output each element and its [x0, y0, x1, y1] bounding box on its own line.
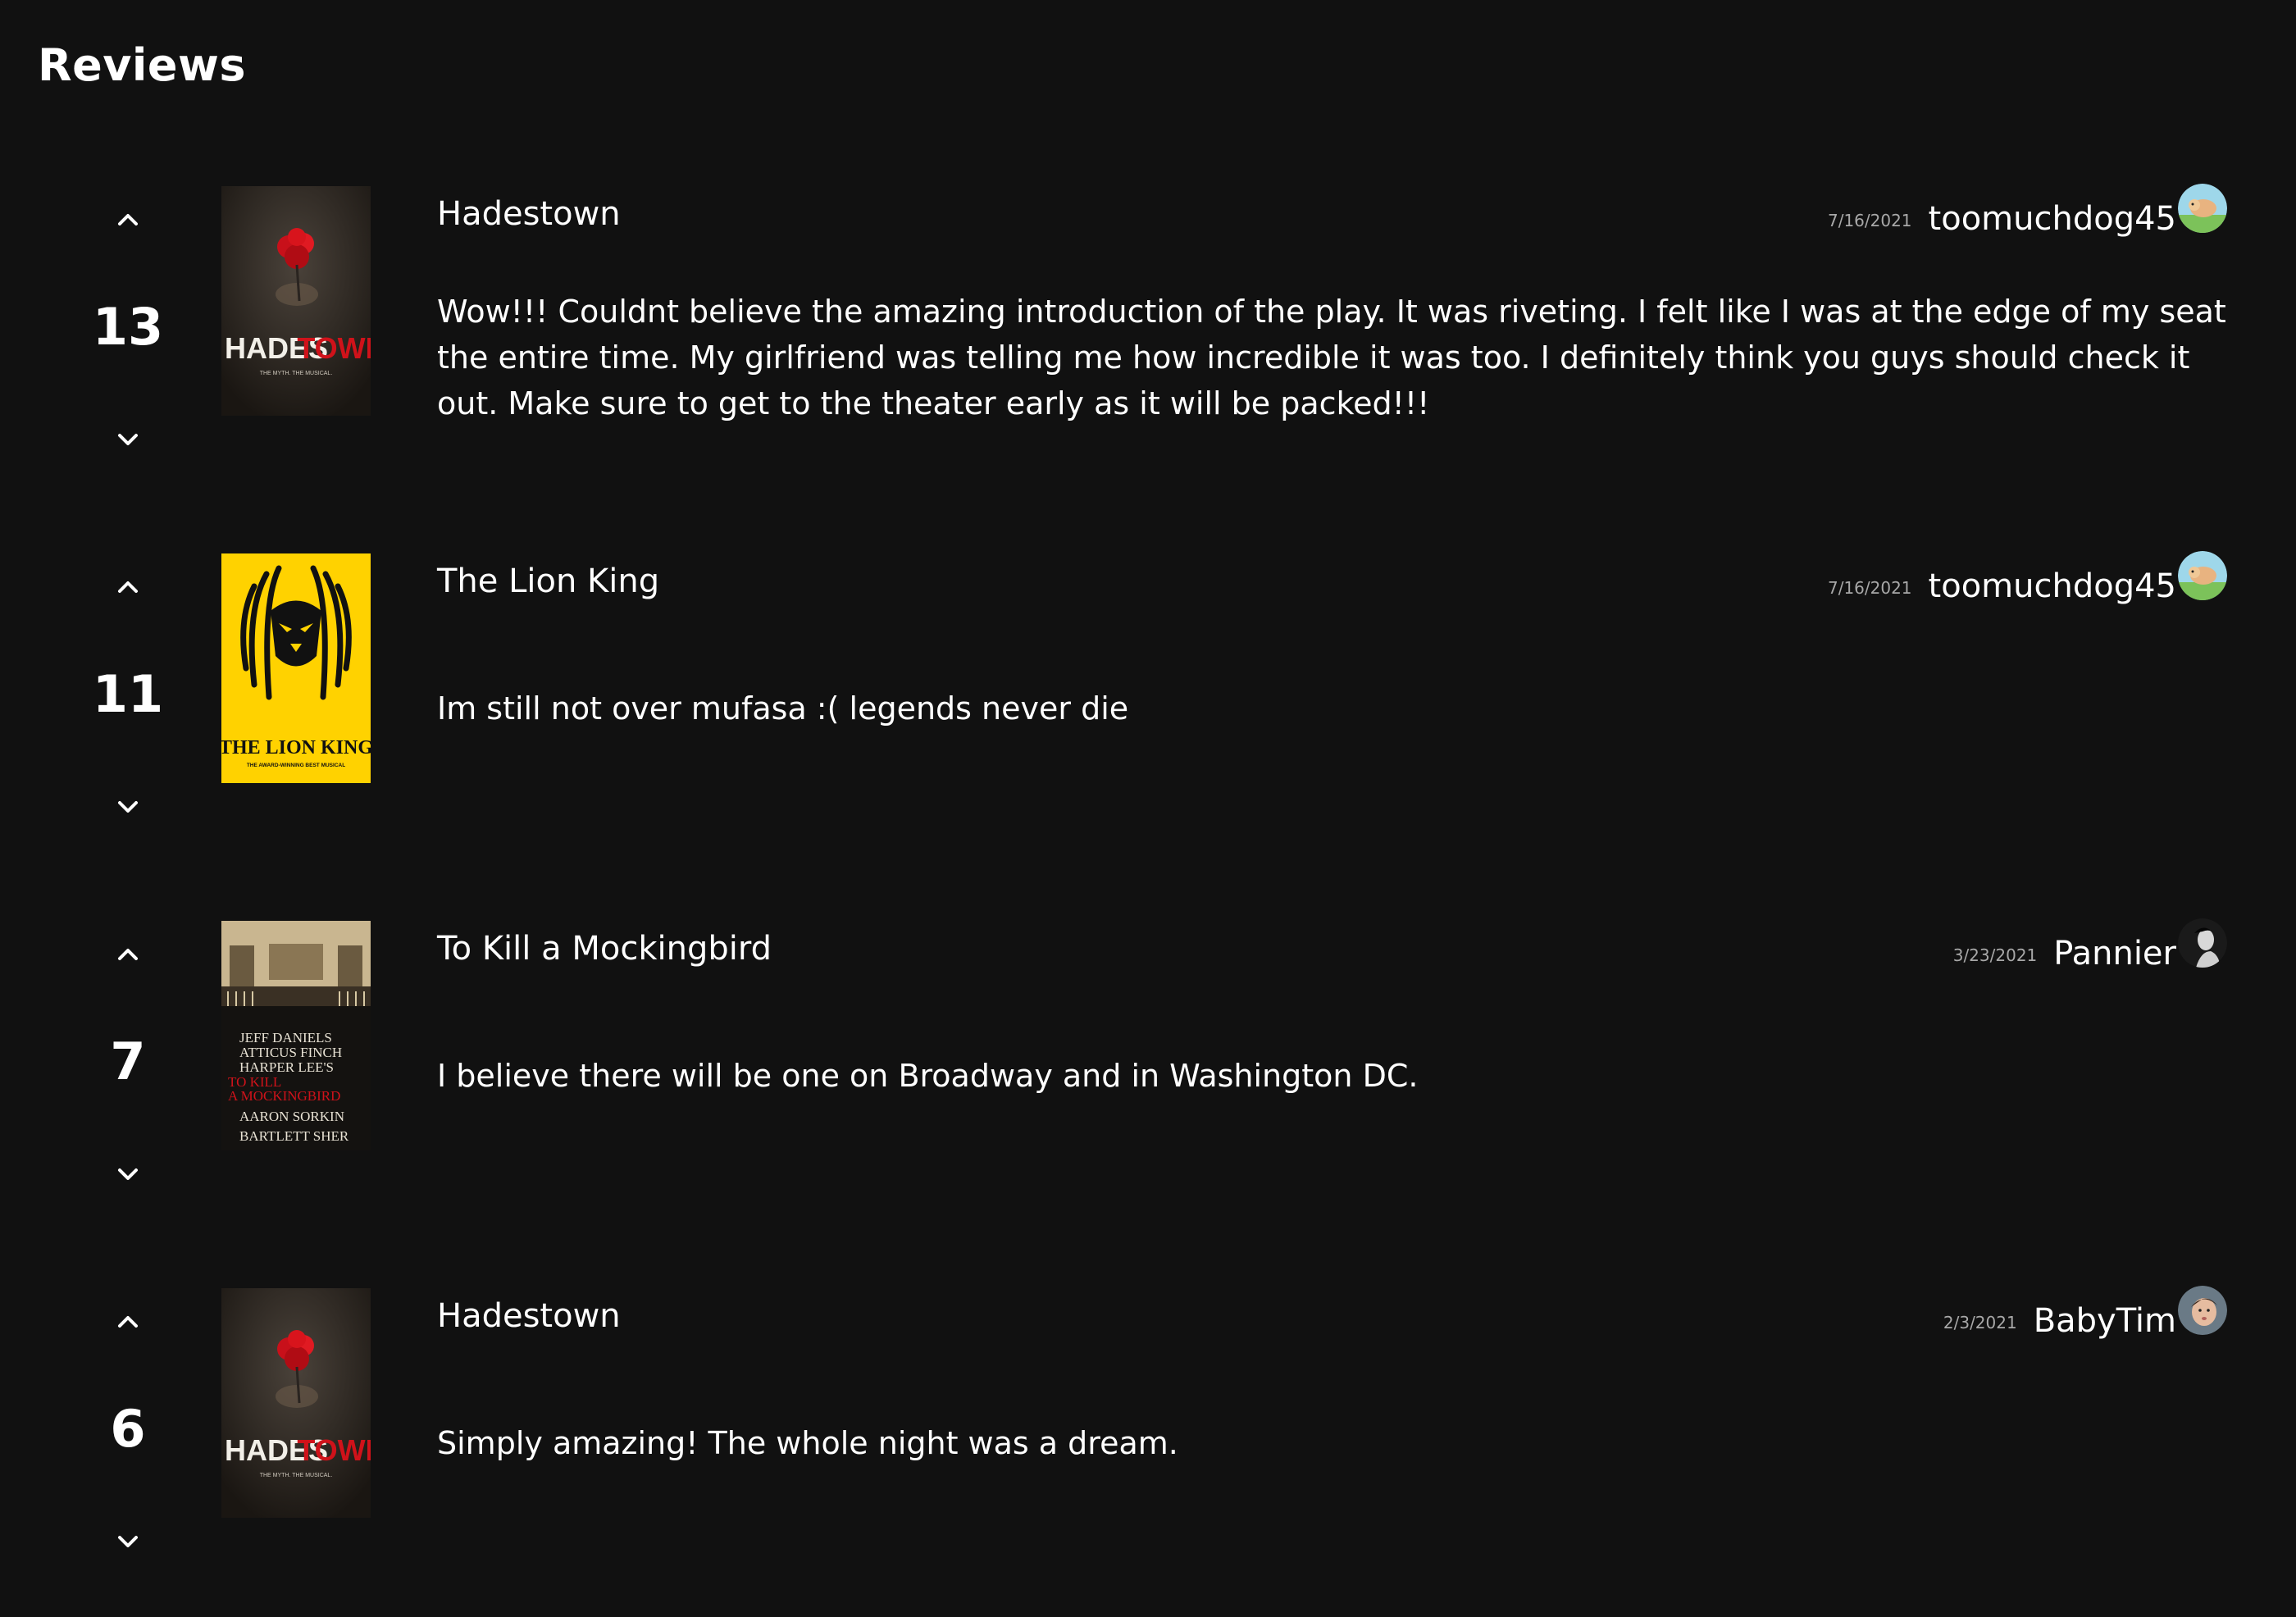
review-date: 7/16/2021	[1827, 578, 1912, 598]
show-title[interactable]: Hadestown	[437, 195, 621, 233]
poster-tagline: THE AWARD-WINNING BEST MUSICAL	[247, 763, 345, 768]
chevron-up-icon	[118, 949, 138, 960]
chevron-up-icon	[118, 581, 138, 593]
downvote-button[interactable]	[110, 421, 146, 458]
review-meta: 7/16/2021 toomuchdog45	[1827, 551, 2227, 607]
chevron-down-icon	[118, 1168, 138, 1180]
review-text: I believe there will be one on Broadway …	[437, 1058, 1419, 1094]
show-title[interactable]: The Lion King	[437, 563, 659, 600]
reviews-page: Reviews 13 HADES TOW THE MYTH. THE MUSIC…	[0, 0, 2296, 1617]
username-link[interactable]: BabyTim	[2034, 1302, 2176, 1340]
review-meta: 3/23/2021 Pannier	[1952, 918, 2227, 974]
review-meta: 2/3/2021 BabyTim	[1943, 1286, 2227, 1341]
dog-avatar[interactable]	[2178, 551, 2227, 600]
review-text: Wow!!! Couldnt believe the amazing intro…	[437, 294, 2226, 421]
review-date: 3/23/2021	[1952, 945, 2038, 965]
review-card: 11 THE LION KING THE AWARD-WINNING BEST …	[0, 549, 2296, 813]
downvote-button[interactable]	[110, 789, 146, 825]
poster-tagline: THE MYTH. THE MUSICAL.	[260, 371, 333, 376]
review-meta: 7/16/2021 toomuchdog45	[1827, 184, 2227, 239]
upvote-button[interactable]	[110, 569, 146, 605]
hadestown-poster[interactable]: HADES TOWN THE MYTH. THE MUSICAL.	[221, 186, 371, 416]
baby-avatar[interactable]	[2178, 1286, 2227, 1335]
chevron-down-icon	[118, 1536, 138, 1547]
vote-count: 6	[110, 1399, 146, 1459]
dog-avatar[interactable]	[2178, 184, 2227, 233]
show-title[interactable]: To Kill a Mockingbird	[437, 930, 772, 968]
chevron-up-icon	[118, 214, 138, 225]
poster-line: ATTICUS FINCH	[239, 1045, 342, 1060]
vote-count: 11	[92, 664, 164, 724]
poster-line: A MOCKINGBIRD	[228, 1088, 340, 1104]
woman-portrait-avatar[interactable]	[2178, 918, 2227, 968]
hadestown-poster[interactable]: HADES TOWN THE MYTH. THE MUSICAL.	[221, 1288, 371, 1518]
downvote-button[interactable]	[110, 1524, 146, 1560]
vote-column: 11	[82, 549, 174, 813]
poster-tagline: THE MYTH. THE MUSICAL.	[260, 1473, 333, 1478]
lion-king-poster[interactable]: THE LION KING THE AWARD-WINNING BEST MUS…	[221, 553, 371, 783]
vote-column: 7	[82, 917, 174, 1180]
upvote-button[interactable]	[110, 202, 146, 238]
username-link[interactable]: Pannier	[2053, 935, 2176, 972]
review-card: 13 HADES TOWN	[0, 182, 2296, 445]
poster-headline: THE LION KING	[221, 737, 371, 758]
poster-headline-accent: TOWN	[297, 331, 371, 365]
review-date: 7/16/2021	[1827, 211, 1912, 230]
username-link[interactable]: toomuchdog45	[1929, 200, 2176, 238]
vote-count: 7	[110, 1032, 146, 1091]
upvote-button[interactable]	[110, 1304, 146, 1340]
vote-column: 6	[82, 1284, 174, 1547]
upvote-button[interactable]	[110, 936, 146, 972]
poster-line: HARPER LEE'S	[239, 1059, 334, 1075]
review-card: 7 JEFF DANIELS ATTICUS FINCH HARPER LEE'…	[0, 917, 2296, 1180]
chevron-down-icon	[118, 434, 138, 445]
page-title: Reviews	[38, 39, 247, 91]
vote-column: 13	[82, 182, 174, 445]
review-card: 6 HADES TOWN	[0, 1284, 2296, 1547]
chevron-down-icon	[118, 801, 138, 813]
review-text: Simply amazing! The whole night was a dr…	[437, 1425, 1178, 1461]
downvote-button[interactable]	[110, 1156, 146, 1192]
poster-line: AARON SORKIN	[239, 1109, 344, 1124]
poster-line: JEFF DANIELS	[239, 1030, 332, 1045]
chevron-up-icon	[118, 1316, 138, 1328]
poster-line: BARTLETT SHER	[239, 1128, 349, 1144]
mockingbird-poster[interactable]: JEFF DANIELS ATTICUS FINCH HARPER LEE'S …	[221, 921, 371, 1150]
show-title[interactable]: Hadestown	[437, 1297, 621, 1335]
review-text: Im still not over mufasa :( legends neve…	[437, 690, 1129, 727]
review-date: 2/3/2021	[1943, 1313, 2017, 1332]
vote-count: 13	[92, 297, 164, 357]
poster-headline-accent: TOWN	[297, 1433, 371, 1467]
username-link[interactable]: toomuchdog45	[1929, 567, 2176, 605]
